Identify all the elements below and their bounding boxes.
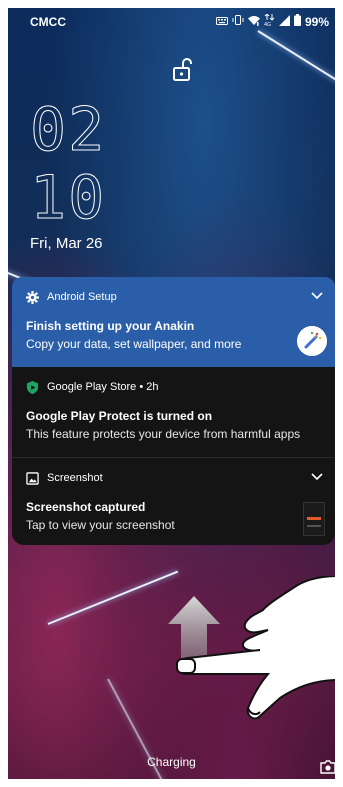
status-bar: CMCC 4G 99% (8, 13, 335, 34)
gear-icon (26, 290, 39, 304)
wifi-icon (247, 15, 260, 29)
chevron-down-icon[interactable] (311, 291, 323, 301)
carrier-label: CMCC (30, 15, 66, 29)
notification-stack: Android Setup Finish setting up your Ana… (12, 277, 335, 545)
notification-app-name: Google Play Store • 2h (47, 381, 159, 393)
hand-gesture-icon (176, 576, 335, 720)
setup-wand-icon (297, 326, 327, 356)
notification-screenshot[interactable]: Screenshot Screenshot captured Tap to vi… (12, 457, 335, 545)
battery-icon (293, 14, 301, 29)
notification-title: Screenshot captured (26, 500, 146, 514)
wallpaper-streak (47, 570, 179, 625)
unlock-icon[interactable] (172, 58, 194, 82)
notification-play-protect[interactable]: Google Play Store • 2h Google Play Prote… (12, 367, 335, 457)
lockscreen: CMCC 4G 99% 02 10 Fri, Mar 26 Android Se… (8, 8, 335, 779)
notification-title: Finish setting up your Anakin (26, 319, 195, 333)
notification-android-setup[interactable]: Android Setup Finish setting up your Ana… (12, 277, 335, 367)
data-icon: 4G (264, 13, 275, 29)
clock-minutes: 10 (29, 163, 107, 233)
lock-date: Fri, Mar 26 (30, 235, 103, 252)
battery-level: 99% (304, 14, 329, 29)
notification-title: Google Play Protect is turned on (26, 409, 213, 423)
notification-app-name: Screenshot (47, 472, 103, 484)
keyboard-icon (215, 15, 228, 29)
signal-icon (278, 14, 290, 29)
screenshot-thumbnail[interactable] (303, 502, 325, 536)
notification-text: Copy your data, set wallpaper, and more (26, 337, 242, 351)
lock-clock: 02 10 (29, 95, 107, 233)
wallpaper-streak (257, 30, 335, 96)
play-protect-icon (26, 380, 39, 394)
notification-app-name: Android Setup (47, 291, 117, 303)
charging-status: Charging (147, 755, 196, 769)
notification-text: This feature protects your device from h… (26, 427, 301, 441)
svg-text:4G: 4G (264, 22, 271, 26)
notification-text: Tap to view your screenshot (26, 518, 175, 532)
clock-hours: 02 (29, 95, 107, 165)
vibrate-icon (232, 14, 244, 29)
chevron-down-icon[interactable] (311, 472, 323, 482)
image-icon (26, 471, 39, 485)
